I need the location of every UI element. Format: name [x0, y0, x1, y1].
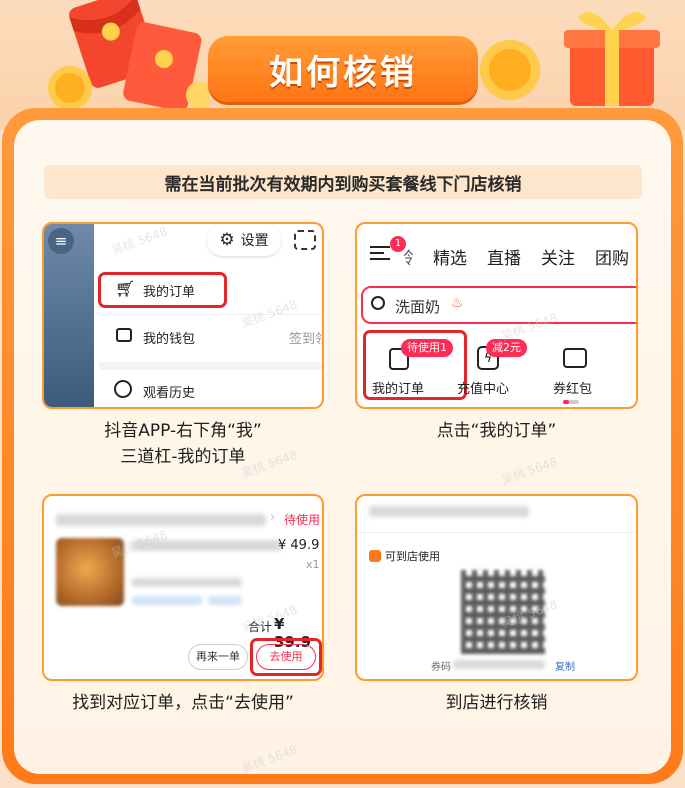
step2-caption: 点击“我的订单”	[355, 418, 638, 444]
store-use-label: 可到店使用	[385, 550, 440, 563]
menu-icon[interactable]: ≡	[48, 228, 74, 254]
blurred-store-name	[369, 506, 529, 517]
blurred-code	[453, 660, 545, 669]
caption-line: 找到对应订单，点击“去使用”	[72, 693, 294, 713]
clock-icon	[114, 380, 132, 398]
store-icon	[369, 550, 381, 562]
settings-label: 设置	[240, 233, 269, 249]
caption-line: 点击“我的订单”	[436, 421, 557, 441]
ticket-icon	[563, 348, 587, 368]
step4-screenshot: 可到店使用 券码 复制	[355, 494, 638, 681]
divider	[357, 532, 636, 533]
menu-item-label: 观看历史	[143, 386, 196, 401]
page-title: 如何核销	[269, 52, 417, 93]
order-status: 待使用	[284, 513, 321, 527]
tab-featured[interactable]: 精选	[433, 244, 467, 269]
blurred-detail	[132, 596, 202, 605]
caption-line: 到店进行核销	[445, 693, 548, 713]
tab-following[interactable]: 关注	[541, 244, 575, 269]
product-price: ¥ 49.9	[278, 538, 320, 553]
tab-bar: 邻 精选 直播 关注 团购	[403, 244, 629, 269]
red-envelope-decoration-left	[48, 0, 210, 112]
step4-caption: 到店进行核销	[355, 690, 638, 716]
step3-screenshot: › 待使用 ¥ 49.9 x1 合计 ¥ 39.9 再来一单 去使用	[42, 494, 324, 681]
divider	[99, 362, 322, 370]
shortcut-label: 券红包	[553, 382, 593, 397]
tab-live[interactable]: 直播	[487, 244, 521, 269]
flame-icon: ♨	[451, 295, 464, 311]
gear-icon: ⚙	[219, 230, 235, 250]
highlight-box	[363, 330, 467, 400]
search-box[interactable]: 洗面奶 ♨	[361, 286, 636, 324]
code-label: 券码	[431, 662, 451, 673]
blurred-store-name	[56, 514, 266, 526]
step2-screenshot: 1 邻 精选 直播 关注 团购 洗面奶 ♨ 我的订单 待使用1 ϟ 充值中心 减…	[355, 222, 638, 409]
tab-nearby[interactable]: 邻	[403, 244, 413, 269]
menu-item-label: 我的钱包	[143, 332, 196, 347]
menu-item-history[interactable]: 观看历史	[99, 370, 322, 407]
wallet-icon	[116, 328, 132, 342]
caption-line: 抖音APP-右下角“我”	[104, 421, 262, 441]
copy-link[interactable]: 复制	[555, 658, 575, 673]
blurred-detail	[132, 578, 242, 587]
blurred-detail	[208, 596, 242, 605]
chevron-right-icon: ›	[270, 510, 276, 525]
shortcut-label: 充值中心	[457, 382, 510, 397]
product-qty: x1	[306, 558, 320, 571]
search-input[interactable]: 洗面奶	[395, 296, 440, 317]
step3-caption: 找到对应订单，点击“去使用”	[42, 690, 324, 716]
scan-icon[interactable]	[294, 230, 316, 250]
tab-group-buy[interactable]: 团购	[595, 244, 629, 269]
hamburger-mid	[370, 252, 384, 254]
menu-item-side-text: 签到领	[289, 332, 322, 347]
highlight-box	[250, 638, 322, 676]
rebuy-button[interactable]: 再来一单	[188, 644, 248, 670]
highlight-box	[98, 272, 227, 308]
search-icon	[371, 296, 385, 310]
page-indicator	[563, 400, 579, 404]
menu-item-wallet[interactable]: 我的钱包 签到领	[99, 316, 322, 356]
settings-pill[interactable]: ⚙ 设置	[207, 224, 281, 256]
profile-side-strip	[44, 224, 94, 407]
gift-box-decoration-right	[480, 12, 660, 106]
requirement-banner: 需在当前批次有效期内到购买套餐线下门店核销	[44, 165, 642, 199]
shortcut-coupons[interactable]: 券红包	[547, 332, 627, 402]
